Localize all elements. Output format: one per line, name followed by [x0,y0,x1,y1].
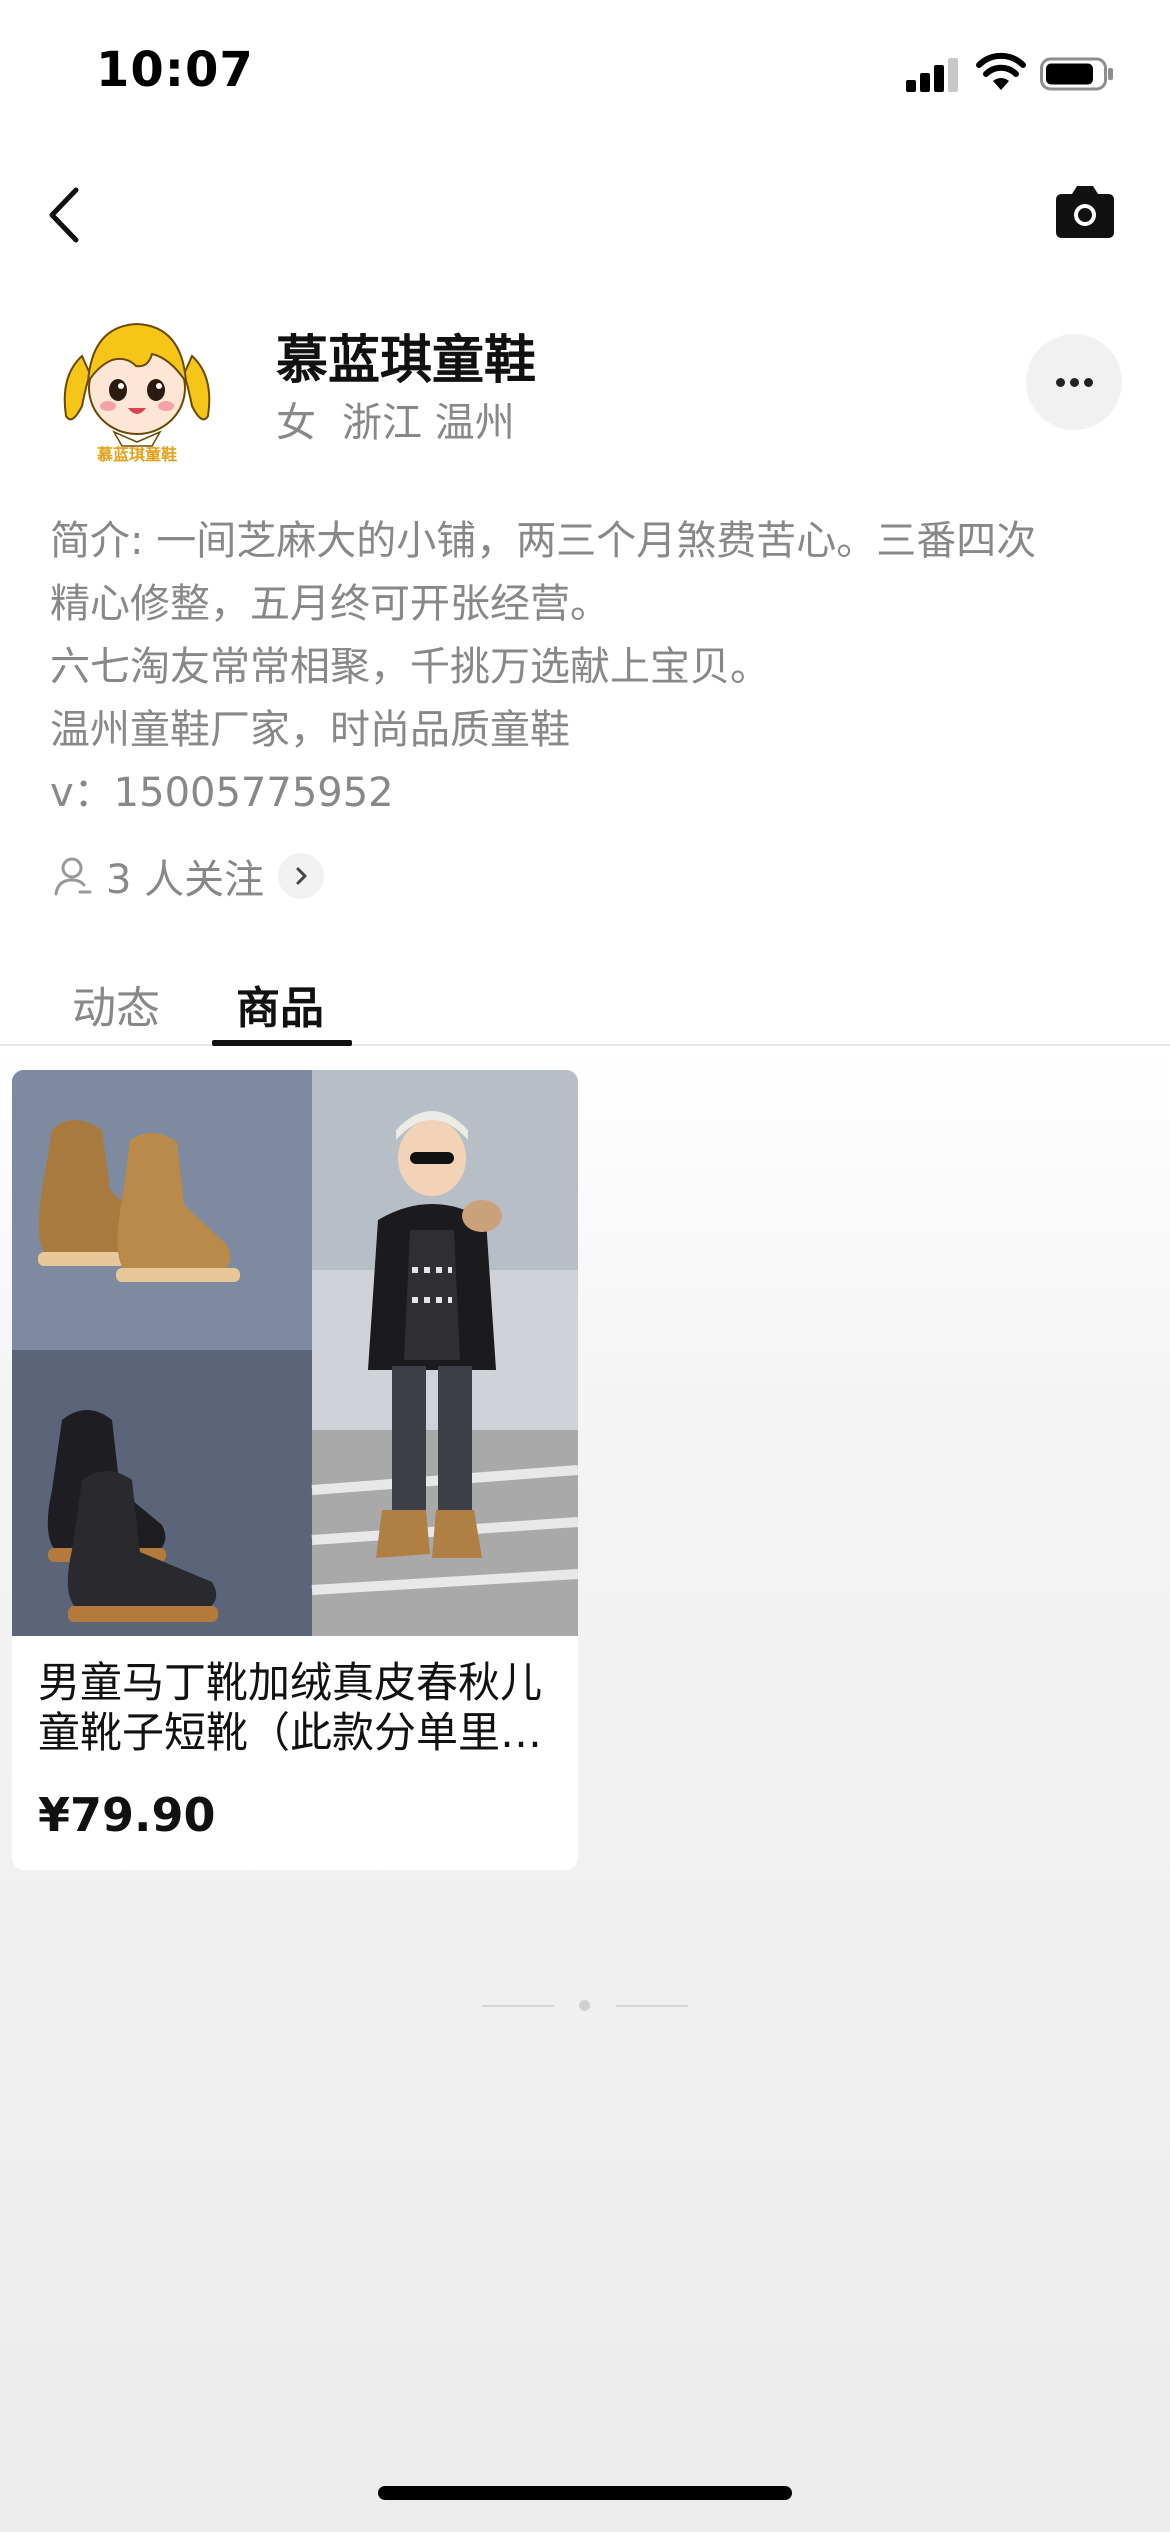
status-time: 10:07 [96,42,254,98]
avatar-logo-text: 慕蓝琪童鞋 [96,445,177,464]
more-icon-dot [1056,378,1065,387]
wifi-icon [976,52,1026,90]
back-button[interactable] [40,180,90,250]
bio-line: 六七淘友常常相聚，千挑万选献上宝贝。 [50,644,770,690]
battery-icon [1040,57,1113,91]
profile-meta: 女浙江 温州 [276,390,541,448]
product-image [12,1070,578,1636]
nav-bar [0,160,1170,250]
followers-link[interactable]: 3 人关注 [50,846,325,906]
profile-name: 慕蓝琪童鞋 [276,331,537,391]
more-icon-dot [1084,378,1093,387]
profile-location: 浙江 温州 [342,400,515,446]
product-title: 男童马丁靴加绒真皮春秋儿 童靴子短靴（此款分单里… [38,1658,558,1758]
tab-dynamic[interactable]: 动态 [72,972,160,1036]
cellular-signal-icon [906,56,960,92]
bio-line: 简介: 一间芝麻大的小铺，两三个月煞费苦心。三番四次 [50,518,1037,564]
camera-icon[interactable] [1052,180,1118,246]
product-card[interactable]: 男童马丁靴加绒真皮春秋儿 童靴子短靴（此款分单里… ¥79.90 [12,1070,578,1870]
chevron-right-icon [278,853,325,899]
product-price: ¥79.90 [38,1788,216,1842]
end-of-list-indicator [482,1996,688,2016]
tab-goods[interactable]: 商品 [236,972,324,1036]
more-button[interactable] [1026,334,1122,430]
person-icon [54,857,92,896]
divider [616,2005,688,2007]
home-indicator[interactable] [378,2486,792,2500]
bio-line: 温州童鞋厂家，时尚品质童鞋 [50,707,570,753]
profile-gender: 女 [276,400,316,446]
product-title-line: 童靴子短靴（此款分单里… [38,1708,543,1757]
bio-line: 精心修整，五月终可开张经营。 [50,581,610,627]
divider [482,2005,554,2007]
tab-bar: 动态 商品 [0,960,1170,1046]
followers-count: 3 人关注 [106,857,265,903]
more-icon-dot [1070,378,1079,387]
bio-line: v：15005775952 [50,770,394,816]
divider-dot [579,2000,590,2011]
avatar[interactable]: 慕蓝琪童鞋 [52,296,222,466]
profile-bio: 简介: 一间芝麻大的小铺，两三个月煞费苦心。三番四次 精心修整，五月终可开张经营… [50,510,1130,825]
product-title-line: 男童马丁靴加绒真皮春秋儿 [38,1658,543,1707]
tab-active-indicator [212,1040,352,1046]
status-bar: 10:07 [0,0,1170,140]
